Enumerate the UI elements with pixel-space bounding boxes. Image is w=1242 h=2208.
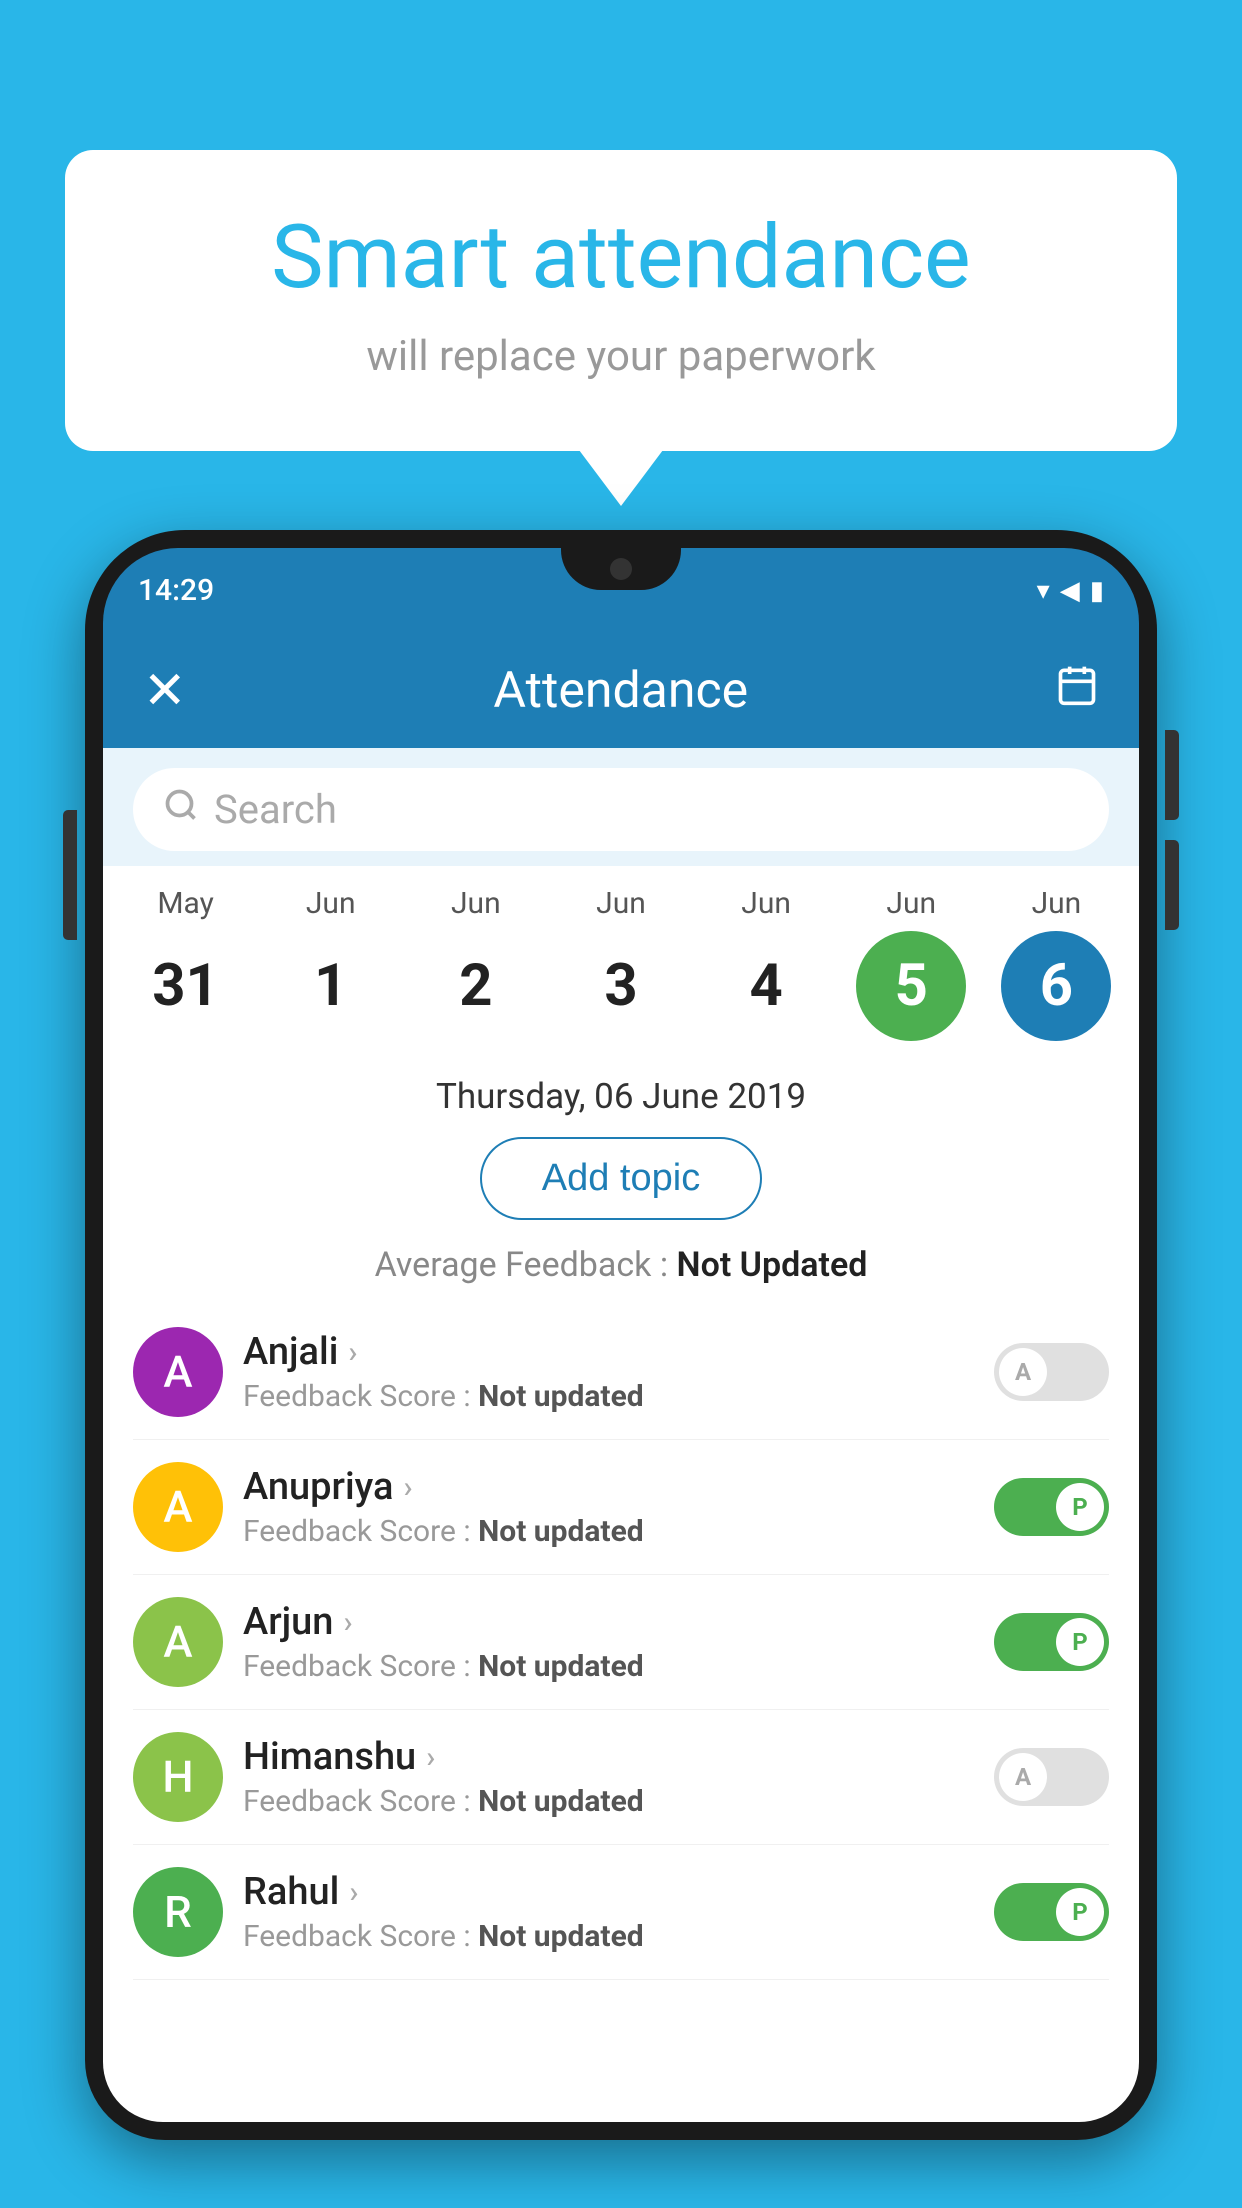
search-bar-container: Search bbox=[103, 748, 1139, 866]
status-time: 14:29 bbox=[138, 573, 214, 608]
attendance-toggle[interactable]: P bbox=[994, 1883, 1109, 1941]
add-topic-button[interactable]: Add topic bbox=[480, 1137, 762, 1220]
feedback-value: Not Updated bbox=[677, 1245, 868, 1285]
calendar-day-3[interactable]: Jun 3 bbox=[556, 886, 686, 1041]
calendar-day-0[interactable]: May 31 bbox=[121, 886, 251, 1041]
student-name: Anupriya › bbox=[243, 1465, 974, 1509]
cal-month-label: Jun bbox=[1032, 886, 1082, 921]
calendar-day-1[interactable]: Jun 1 bbox=[266, 886, 396, 1041]
app-header: ✕ Attendance bbox=[103, 633, 1139, 748]
calendar-icon[interactable] bbox=[1055, 663, 1099, 718]
calendar-day-5[interactable]: Jun 5 bbox=[846, 886, 976, 1041]
add-topic-container: Add topic bbox=[103, 1127, 1139, 1240]
student-row[interactable]: A Arjun › Feedback Score : Not updated P bbox=[133, 1575, 1109, 1710]
bubble-subtitle: will replace your paperwork bbox=[135, 332, 1107, 381]
student-info: Anjali › Feedback Score : Not updated bbox=[243, 1330, 974, 1414]
student-name: Arjun › bbox=[243, 1600, 974, 1644]
chevron-right-icon: › bbox=[349, 1875, 358, 1910]
toggle-knob: P bbox=[1056, 1888, 1104, 1936]
selected-date-label: Thursday, 06 June 2019 bbox=[103, 1051, 1139, 1127]
cal-month-label: Jun bbox=[451, 886, 501, 921]
cal-date-number: 1 bbox=[276, 931, 386, 1041]
student-name: Himanshu › bbox=[243, 1735, 974, 1779]
phone-body: 14:29 ▾ ◀ ▮ ✕ Attendance bbox=[85, 530, 1157, 2140]
speech-bubble: Smart attendance will replace your paper… bbox=[65, 150, 1177, 451]
feedback-label: Average Feedback : bbox=[375, 1245, 677, 1285]
student-row[interactable]: A Anupriya › Feedback Score : Not updated P bbox=[133, 1440, 1109, 1575]
cal-date-number: 4 bbox=[711, 931, 821, 1041]
calendar-day-6[interactable]: Jun 6 bbox=[991, 886, 1121, 1041]
volume-up-button bbox=[1165, 730, 1179, 820]
chevron-right-icon: › bbox=[343, 1605, 352, 1640]
chevron-right-icon: › bbox=[403, 1470, 412, 1505]
student-info: Arjun › Feedback Score : Not updated bbox=[243, 1600, 974, 1684]
cal-month-label: Jun bbox=[886, 886, 936, 921]
close-button[interactable]: ✕ bbox=[143, 660, 187, 721]
attendance-toggle[interactable]: A bbox=[994, 1748, 1109, 1806]
signal-icon: ◀ bbox=[1060, 576, 1080, 606]
notch bbox=[561, 548, 681, 590]
header-title: Attendance bbox=[493, 662, 748, 720]
student-avatar: A bbox=[133, 1462, 223, 1552]
student-feedback: Feedback Score : Not updated bbox=[243, 1379, 974, 1414]
toggle-knob: A bbox=[999, 1753, 1047, 1801]
student-name: Rahul › bbox=[243, 1870, 974, 1914]
calendar-day-2[interactable]: Jun 2 bbox=[411, 886, 541, 1041]
attendance-toggle[interactable]: P bbox=[994, 1478, 1109, 1536]
student-feedback: Feedback Score : Not updated bbox=[243, 1784, 974, 1819]
attendance-toggle[interactable]: P bbox=[994, 1613, 1109, 1671]
toggle-knob: A bbox=[999, 1348, 1047, 1396]
cal-month-label: Jun bbox=[741, 886, 791, 921]
search-icon bbox=[163, 787, 199, 833]
toggle-knob: P bbox=[1056, 1483, 1104, 1531]
phone-container: 14:29 ▾ ◀ ▮ ✕ Attendance bbox=[85, 530, 1157, 2208]
student-name: Anjali › bbox=[243, 1330, 974, 1374]
attendance-toggle[interactable]: A bbox=[994, 1343, 1109, 1401]
status-bar: 14:29 ▾ ◀ ▮ bbox=[103, 548, 1139, 633]
battery-icon: ▮ bbox=[1090, 576, 1104, 606]
power-button bbox=[63, 810, 77, 940]
cal-date-number: 3 bbox=[566, 931, 676, 1041]
cal-month-label: May bbox=[157, 886, 213, 921]
cal-month-label: Jun bbox=[596, 886, 646, 921]
student-info: Anupriya › Feedback Score : Not updated bbox=[243, 1465, 974, 1549]
feedback-info: Average Feedback : Not Updated bbox=[103, 1240, 1139, 1305]
student-avatar: A bbox=[133, 1327, 223, 1417]
cal-date-number: 5 bbox=[856, 931, 966, 1041]
chevron-right-icon: › bbox=[426, 1740, 435, 1775]
student-row[interactable]: H Himanshu › Feedback Score : Not updated A bbox=[133, 1710, 1109, 1845]
wifi-icon: ▾ bbox=[1037, 576, 1050, 606]
student-row[interactable]: R Rahul › Feedback Score : Not updated P bbox=[133, 1845, 1109, 1980]
student-avatar: A bbox=[133, 1597, 223, 1687]
cal-date-number: 6 bbox=[1001, 931, 1111, 1041]
calendar-strip: May 31 Jun 1 Jun 2 Jun 3 Jun 4 Jun 5 Jun 6 bbox=[103, 866, 1139, 1051]
student-feedback: Feedback Score : Not updated bbox=[243, 1919, 974, 1954]
toggle-knob: P bbox=[1056, 1618, 1104, 1666]
student-row[interactable]: A Anjali › Feedback Score : Not updated A bbox=[133, 1305, 1109, 1440]
bubble-title: Smart attendance bbox=[135, 210, 1107, 307]
phone-screen: ✕ Attendance bbox=[103, 633, 1139, 2122]
students-list: AAnjali ›Feedback Score : Not updatedAAA… bbox=[103, 1305, 1139, 1980]
status-icons: ▾ ◀ ▮ bbox=[1037, 576, 1104, 606]
student-avatar: R bbox=[133, 1867, 223, 1957]
cal-date-number: 31 bbox=[131, 931, 241, 1041]
chevron-right-icon: › bbox=[348, 1335, 357, 1370]
calendar-day-4[interactable]: Jun 4 bbox=[701, 886, 831, 1041]
student-info: Himanshu › Feedback Score : Not updated bbox=[243, 1735, 974, 1819]
cal-month-label: Jun bbox=[306, 886, 356, 921]
cal-date-number: 2 bbox=[421, 931, 531, 1041]
student-feedback: Feedback Score : Not updated bbox=[243, 1514, 974, 1549]
volume-down-button bbox=[1165, 840, 1179, 930]
search-bar[interactable]: Search bbox=[133, 768, 1109, 851]
student-avatar: H bbox=[133, 1732, 223, 1822]
student-feedback: Feedback Score : Not updated bbox=[243, 1649, 974, 1684]
student-info: Rahul › Feedback Score : Not updated bbox=[243, 1870, 974, 1954]
camera bbox=[610, 558, 632, 580]
search-placeholder: Search bbox=[214, 786, 337, 833]
speech-bubble-container: Smart attendance will replace your paper… bbox=[65, 150, 1177, 451]
